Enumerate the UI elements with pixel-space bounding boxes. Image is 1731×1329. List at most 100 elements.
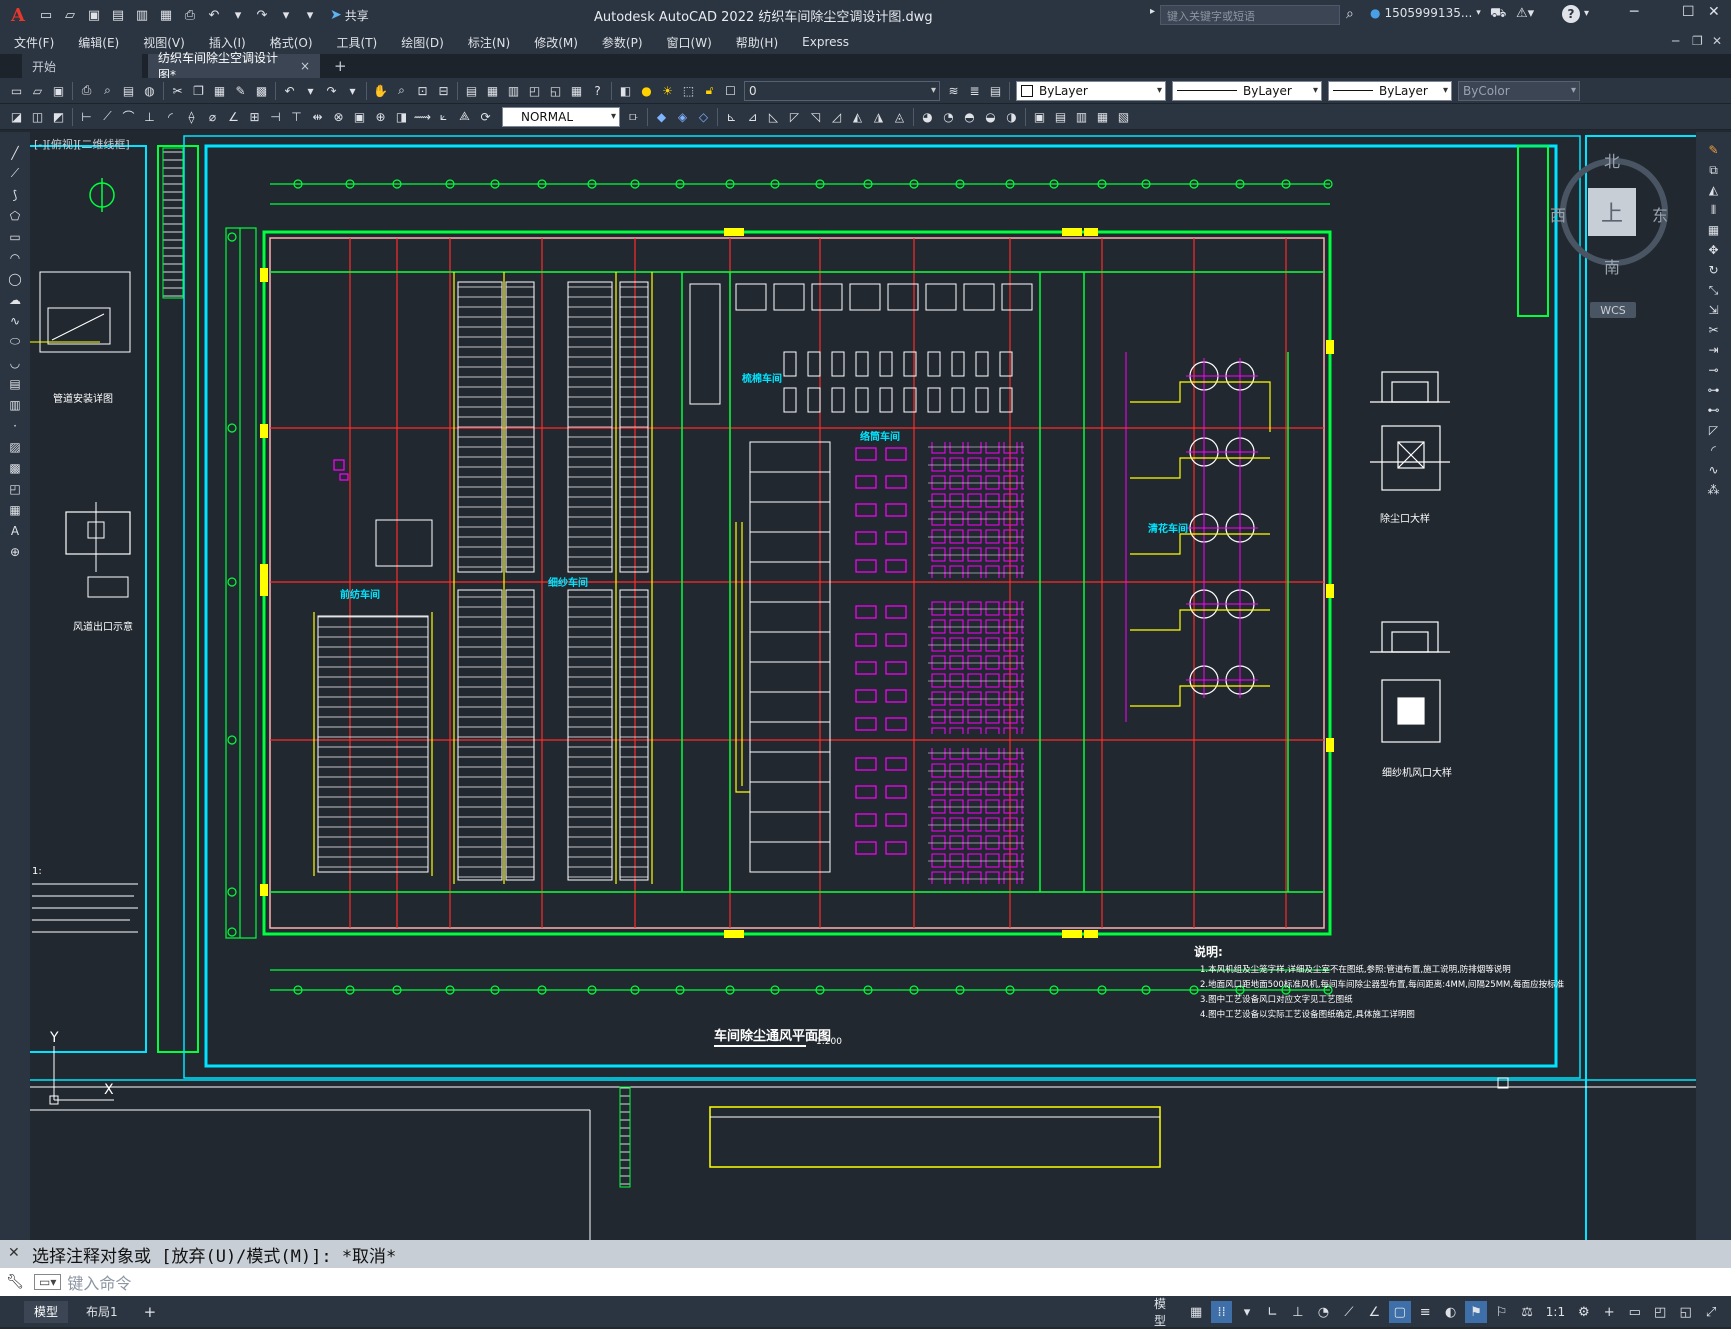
menu-dimension[interactable]: 标注(N): [468, 34, 510, 51]
help-dropdown-icon[interactable]: ▾: [1584, 8, 1589, 19]
jogged-dim-icon[interactable]: ⟠: [181, 107, 202, 127]
annotation-monitor-icon[interactable]: +: [1599, 1301, 1620, 1323]
publish-icon[interactable]: ▤: [118, 81, 139, 101]
mtext-icon[interactable]: A: [0, 520, 30, 541]
menu-tools[interactable]: 工具(T): [337, 34, 378, 51]
model-space-button[interactable]: 模型: [1150, 1295, 1181, 1329]
design-center-icon[interactable]: ▦: [482, 81, 503, 101]
diameter-dim-icon[interactable]: ⌀: [202, 107, 223, 127]
search-input[interactable]: 键入关键字或短语: [1160, 5, 1340, 25]
new-file-icon[interactable]: ▭: [36, 5, 56, 25]
ucs-object-icon[interactable]: ◹: [805, 107, 826, 127]
close-window-icon[interactable]: ✕: [1708, 4, 1720, 20]
minimize-icon[interactable]: ─: [1630, 4, 1638, 20]
gradient-icon[interactable]: ▩: [0, 457, 30, 478]
redo-icon[interactable]: ↷: [321, 81, 342, 101]
jogged-linear-icon[interactable]: ⟿: [412, 107, 433, 127]
construction-line-icon[interactable]: ⟋: [0, 163, 30, 184]
object-snap-icon[interactable]: ▢: [1389, 1301, 1411, 1323]
quick-select-icon[interactable]: ◪: [6, 107, 27, 127]
ucs-icon[interactable]: ⊾: [721, 107, 742, 127]
named-views-icon[interactable]: ▤: [1050, 107, 1071, 127]
share-button[interactable]: ➤ 共享: [330, 7, 369, 24]
tab-start[interactable]: 开始: [22, 54, 142, 78]
snap-icon[interactable]: ⁞⁞: [1210, 1301, 1233, 1323]
dimstyle-dropdown[interactable]: NORMAL ▾: [502, 106, 620, 127]
orbit-icon[interactable]: ▧: [1113, 107, 1134, 127]
menu-draw[interactable]: 绘图(D): [401, 34, 444, 51]
array-icon[interactable]: ▦: [1696, 220, 1731, 240]
compass-east[interactable]: 东: [1652, 202, 1668, 226]
camera-icon[interactable]: ◒: [980, 107, 1001, 127]
menu-help[interactable]: 帮助(H): [736, 34, 778, 51]
layer-freeze-icon[interactable]: ☀: [657, 81, 678, 101]
drawing-canvas[interactable]: 管道安装详图 风道出口示意 1: Y X 梳棉车间 络筒车间 细纱车间 前纺车间…: [30, 132, 1696, 1240]
linetype-dropdown[interactable]: ByLayer ▾: [1172, 80, 1322, 101]
dim-break-icon[interactable]: ⊗: [328, 107, 349, 127]
recent-commands-icon[interactable]: ▭▾: [34, 1274, 62, 1290]
materials-icon[interactable]: ◓: [959, 107, 980, 127]
zoom-window-icon[interactable]: ⊡: [412, 81, 433, 101]
polar-tracking-icon[interactable]: ◔: [1313, 1301, 1334, 1323]
dim-text-edit-icon[interactable]: ⟁: [454, 107, 475, 127]
sheet-set-icon[interactable]: ◰: [524, 81, 545, 101]
point-icon[interactable]: ·: [0, 415, 30, 436]
close-tab-icon[interactable]: ×: [300, 59, 310, 73]
command-line[interactable]: 🔧︎ ▭▾ 键入命令: [0, 1268, 1731, 1296]
isolate-objects-icon[interactable]: ◱: [1675, 1301, 1696, 1323]
layer-lock-icon[interactable]: 🔓︎: [699, 81, 720, 101]
plot-icon[interactable]: ⎙: [76, 81, 97, 101]
layer-dropdown[interactable]: 0 ▾: [744, 80, 940, 101]
viewcube-top-face[interactable]: 上: [1588, 188, 1636, 236]
dim-style-icon[interactable]: ⟥: [623, 107, 644, 127]
snap-dropdown-icon[interactable]: ▾: [1236, 1301, 1257, 1323]
tab-model[interactable]: 模型: [24, 1300, 69, 1323]
continue-dim-icon[interactable]: ⊤: [286, 107, 307, 127]
move-icon[interactable]: ✥: [1696, 240, 1731, 260]
isometric-icon[interactable]: ⟋: [1338, 1301, 1359, 1323]
menu-modify[interactable]: 修改(M): [534, 34, 578, 51]
ucs-zaxis-icon[interactable]: ◮: [868, 107, 889, 127]
quick-dim-icon[interactable]: ⊞: [244, 107, 265, 127]
command-input[interactable]: 键入命令: [67, 1270, 131, 1294]
save-web-icon[interactable]: ▦: [156, 5, 176, 25]
redo-list-icon[interactable]: ▾: [342, 81, 363, 101]
ellipse-arc-icon[interactable]: ◡: [0, 352, 30, 373]
viewport-controls[interactable]: [-][俯视][二维线框]: [34, 136, 130, 152]
redo-icon[interactable]: ↷: [252, 5, 272, 25]
walk-icon[interactable]: ◑: [1001, 107, 1022, 127]
undo-list-icon[interactable]: ▾: [300, 81, 321, 101]
redo-dropdown-icon[interactable]: ▾: [276, 5, 296, 25]
break-icon[interactable]: ⊶: [1696, 380, 1731, 400]
ucs-origin-icon[interactable]: ◭: [847, 107, 868, 127]
color-dropdown[interactable]: ByLayer ▾: [1016, 80, 1166, 101]
open-icon[interactable]: ▱: [27, 81, 48, 101]
undo-icon[interactable]: ↶: [204, 5, 224, 25]
ucs-face-icon[interactable]: ◸: [784, 107, 805, 127]
tolerance-icon[interactable]: ▣: [349, 107, 370, 127]
save-icon[interactable]: ▣: [84, 5, 104, 25]
3d-print-icon[interactable]: ◍: [139, 81, 160, 101]
menu-insert[interactable]: 插入(I): [209, 34, 246, 51]
center-mark-icon[interactable]: ⊕: [370, 107, 391, 127]
explode-icon[interactable]: ⁂: [1696, 480, 1731, 500]
insert-block-icon[interactable]: ▤: [0, 373, 30, 394]
dim-update-icon[interactable]: ⟳: [475, 107, 496, 127]
spline-icon[interactable]: ∿: [0, 310, 30, 331]
add-selected-icon[interactable]: ⊕: [0, 541, 30, 562]
cut-icon[interactable]: ✂: [167, 81, 188, 101]
insert-icon[interactable]: ◩: [48, 107, 69, 127]
lineweight-dropdown[interactable]: ByLayer ▾: [1328, 80, 1452, 101]
help-button[interactable]: ?: [1562, 5, 1580, 23]
menu-format[interactable]: 格式(O): [270, 34, 313, 51]
visual-style-icon[interactable]: ◆: [651, 107, 672, 127]
ordinate-icon[interactable]: ⊥: [139, 107, 160, 127]
doc-restore-icon[interactable]: ❐: [1692, 34, 1703, 48]
units-icon[interactable]: ▭: [1624, 1301, 1645, 1323]
make-block-icon[interactable]: ▥: [0, 394, 30, 415]
customize-statusbar-icon[interactable]: ☰: [1726, 1301, 1731, 1323]
properties-icon[interactable]: ▤: [461, 81, 482, 101]
break-at-point-icon[interactable]: ⊸: [1696, 360, 1731, 380]
line-icon[interactable]: ╱: [0, 142, 30, 163]
object-snap-tracking-icon[interactable]: ∠: [1364, 1301, 1385, 1323]
